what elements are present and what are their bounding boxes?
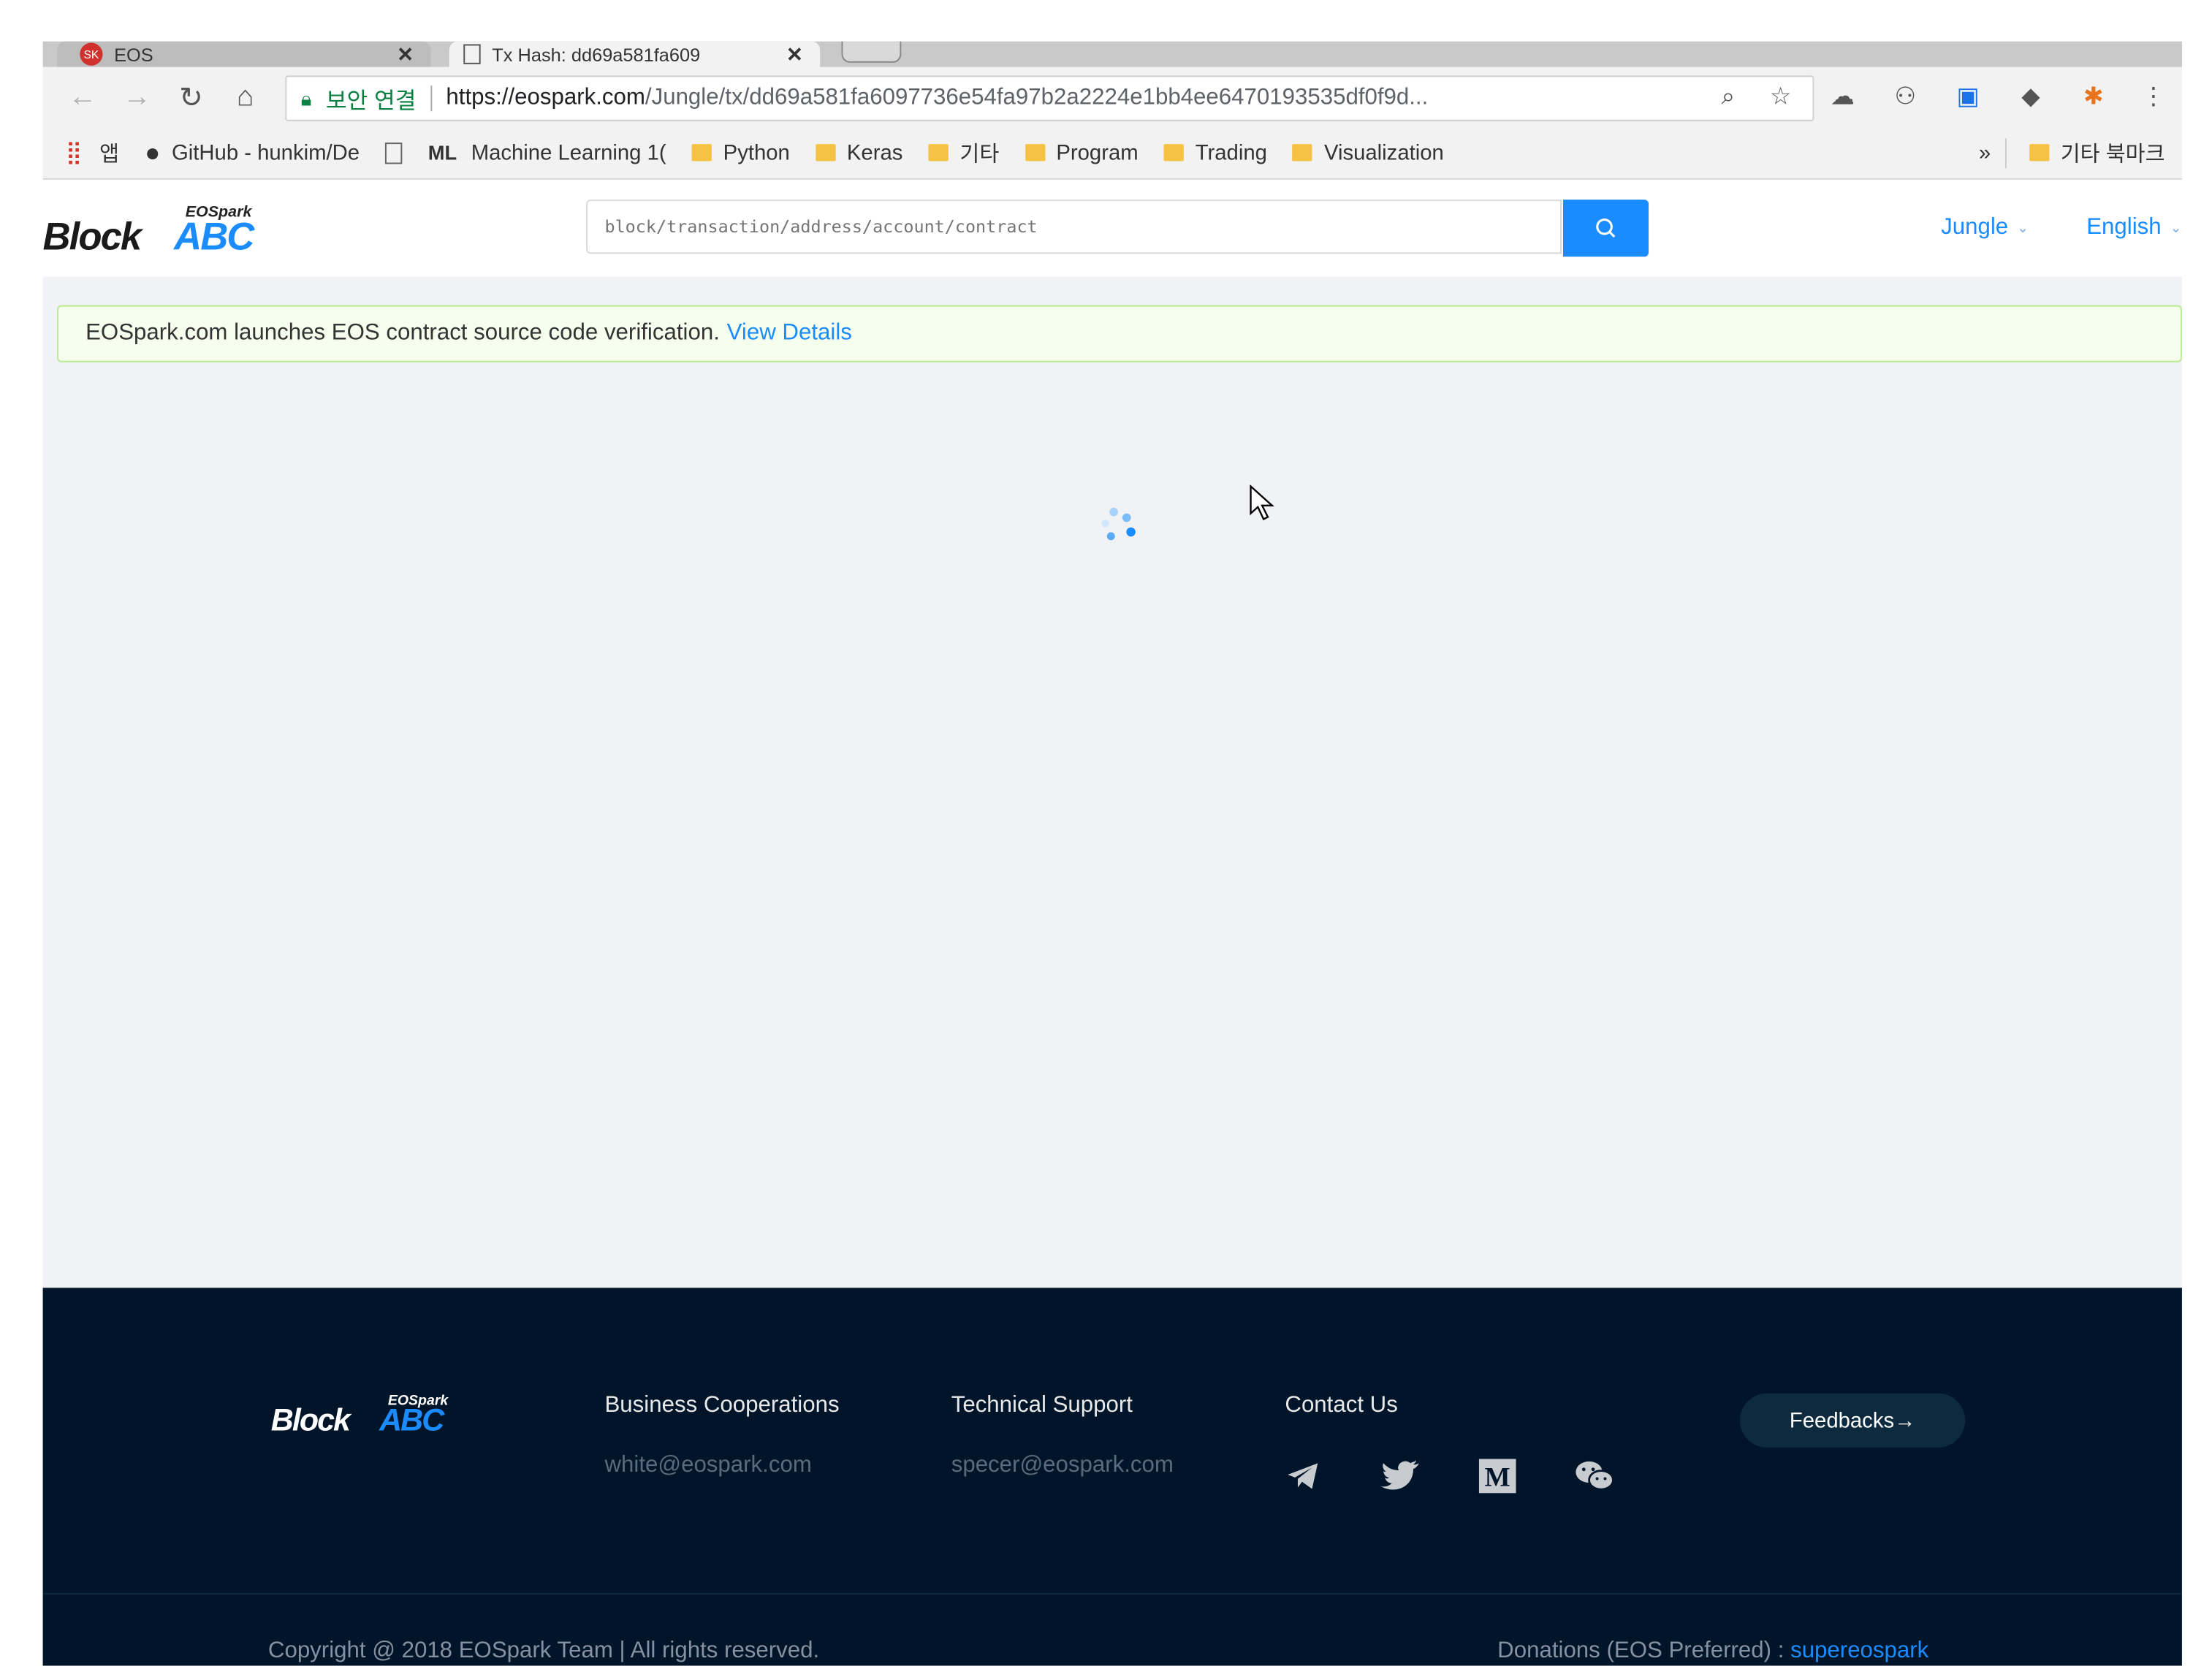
site-favicon-icon: SK	[80, 42, 103, 66]
address-bar[interactable]: 🔒︎ 보안 연결 https://eospark.com/Jungle/tx/d…	[285, 75, 1814, 121]
bookmarks-overflow-button[interactable]: »	[1979, 140, 1991, 164]
folder-icon	[691, 144, 712, 161]
copyright-text: Copyright @ 2018 EOSpark Team | All righ…	[267, 1638, 820, 1663]
mouse-cursor-icon	[1250, 484, 1274, 520]
page-icon	[385, 142, 403, 164]
extension-icon[interactable]: ⚇	[1888, 80, 1923, 114]
url-text[interactable]: https://eospark.com/Jungle/tx/dd69a581fa…	[446, 85, 1428, 111]
donation-account-link[interactable]: supereospark	[1790, 1638, 1928, 1662]
loading-spinner-icon	[1101, 507, 1136, 541]
network-selector[interactable]: Jungle ⌄	[1941, 216, 2029, 241]
star-icon[interactable]: ☆	[1770, 83, 1792, 111]
notice-banner: EOSpark.com launches EOS contract source…	[57, 305, 2182, 362]
donation-text: Donations (EOS Preferred) : supereospark	[1497, 1638, 1929, 1663]
browser-window: SK EOS ✕ Tx Hash: dd69a581fa609 ✕ ← → ↻ …	[42, 41, 2182, 1666]
page-icon	[463, 44, 481, 64]
folder-icon	[1293, 144, 1313, 161]
forward-arrow-icon[interactable]: →	[120, 80, 154, 114]
tab-eos[interactable]: SK EOS ✕	[57, 41, 431, 67]
bookmark-github[interactable]: ● GitHub - hunkim/De	[145, 137, 360, 167]
cube-icon[interactable]: ◆	[2014, 80, 2048, 114]
footer-divider	[42, 1592, 2182, 1595]
menu-icon[interactable]: ⋮	[2136, 80, 2170, 114]
bookmark-python[interactable]: Python	[691, 140, 790, 164]
cloud-icon[interactable]: ☁	[1825, 80, 1860, 114]
main-content: EOSpark.com launches EOS contract source…	[42, 276, 2182, 1288]
business-email-link[interactable]: white@eospark.com	[604, 1453, 839, 1479]
view-details-link[interactable]: View Details	[727, 321, 852, 346]
translate-icon[interactable]: ▣	[1951, 80, 1985, 114]
github-icon: ●	[145, 137, 161, 167]
other-bookmarks[interactable]: 기타 북마크	[2004, 137, 2165, 168]
tech-email-link[interactable]: specer@eospark.com	[951, 1453, 1174, 1479]
business-cooperations: Business Cooperations white@eospark.com	[604, 1394, 839, 1479]
technical-support: Technical Support specer@eospark.com	[951, 1394, 1174, 1479]
site-header: EOSpark Block ABC Jungle⌄ English⌄	[42, 179, 2182, 277]
site-footer: EOSpark Block ABC Business Cooperations …	[42, 1288, 2182, 1666]
bookmark-apps[interactable]: ⣿ 앱	[66, 137, 119, 167]
bookmark-program[interactable]: Program	[1025, 140, 1139, 164]
bookmark-keras[interactable]: Keras	[815, 140, 902, 164]
wechat-icon[interactable]	[1575, 1456, 1615, 1497]
bookmarks-bar: ⣿ 앱 ● GitHub - hunkim/De ML Machine Lear…	[42, 126, 2182, 180]
secure-connection-label: 보안 연결	[325, 89, 417, 115]
search-button[interactable]	[1562, 199, 1649, 257]
ml-icon: ML	[427, 141, 457, 164]
folder-icon	[815, 144, 836, 161]
notice-text: EOSpark.com launches EOS contract source…	[85, 321, 720, 346]
bookmark-page[interactable]	[385, 142, 403, 164]
chevron-down-icon: ⌄	[2016, 220, 2029, 236]
home-icon[interactable]: ⌂	[228, 80, 262, 114]
language-selector[interactable]: English ⌄	[2086, 216, 2182, 241]
tab-label: EOS	[114, 43, 153, 65]
metamask-icon[interactable]: ✱	[2077, 80, 2111, 114]
new-tab-button[interactable]	[841, 41, 902, 63]
search-input[interactable]	[586, 199, 1562, 254]
contact-heading: Contact Us	[1285, 1393, 1398, 1418]
folder-icon	[1025, 144, 1045, 161]
twitter-icon[interactable]	[1380, 1456, 1421, 1497]
apps-grid-icon: ⣿	[65, 141, 83, 166]
search-icon	[1596, 218, 1616, 238]
chevron-down-icon: ⌄	[2170, 220, 2182, 236]
lock-icon: 🔒︎	[300, 86, 312, 110]
medium-icon[interactable]: M	[1478, 1456, 1518, 1497]
back-arrow-icon[interactable]: ←	[66, 80, 100, 114]
social-links: M	[1283, 1456, 1614, 1497]
telegram-icon[interactable]	[1283, 1456, 1323, 1497]
feedbacks-button[interactable]: Feedbacks→	[1739, 1393, 1966, 1448]
folder-icon	[1163, 144, 1185, 161]
tab-label: Tx Hash: dd69a581fa609	[492, 43, 701, 65]
svg-text:M: M	[1485, 1463, 1510, 1493]
bookmark-ml[interactable]: ML Machine Learning 1(	[428, 140, 666, 164]
folder-icon	[928, 144, 949, 161]
business-heading: Business Cooperations	[604, 1393, 840, 1418]
folder-icon	[2029, 144, 2050, 161]
tech-heading: Technical Support	[951, 1393, 1133, 1418]
tab-strip: SK EOS ✕ Tx Hash: dd69a581fa609 ✕	[42, 41, 2182, 67]
divider	[430, 85, 432, 112]
browser-toolbar: ← → ↻ ⌂ 🔒︎ 보안 연결 https://eospark.com/Jun…	[42, 66, 2182, 127]
contact-us: Contact Us	[1285, 1394, 1397, 1419]
bookmark-trading[interactable]: Trading	[1163, 140, 1267, 164]
tab-tx-hash[interactable]: Tx Hash: dd69a581fa609 ✕	[449, 41, 821, 67]
zoom-icon[interactable]: ⌕	[1722, 83, 1736, 111]
bookmark-etc[interactable]: 기타	[928, 137, 999, 167]
close-icon[interactable]: ✕	[786, 42, 803, 66]
bookmark-visualization[interactable]: Visualization	[1293, 140, 1444, 164]
reload-icon[interactable]: ↻	[174, 80, 208, 114]
close-icon[interactable]: ✕	[397, 42, 414, 66]
